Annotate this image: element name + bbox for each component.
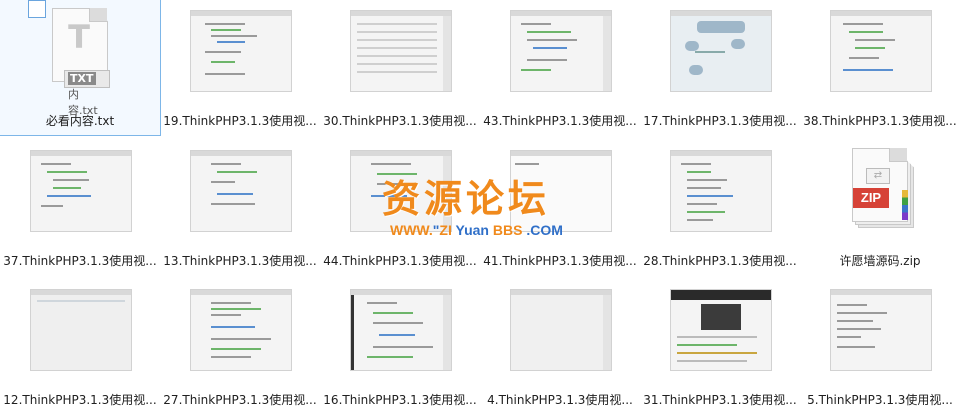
file-name: 5.ThinkPHP3.1.3使用视... <box>807 393 953 407</box>
file-item[interactable]: 44.ThinkPHP3.1.3使用视... <box>320 140 480 275</box>
video-thumbnail <box>510 10 612 92</box>
file-item[interactable]: 12.ThinkPHP3.1.3使用视... <box>0 279 160 414</box>
file-item[interactable]: 38.ThinkPHP3.1.3使用视... <box>800 0 960 135</box>
file-name: 27.ThinkPHP3.1.3使用视... <box>163 393 317 407</box>
video-thumbnail <box>670 150 772 232</box>
video-thumbnail <box>830 289 932 371</box>
file-name: 41.ThinkPHP3.1.3使用视... <box>483 254 637 268</box>
video-thumbnail <box>190 10 292 92</box>
file-item[interactable]: 16.ThinkPHP3.1.3使用视... <box>320 279 480 414</box>
file-item[interactable]: 17.ThinkPHP3.1.3使用视... <box>640 0 800 135</box>
file-name: 37.ThinkPHP3.1.3使用视... <box>3 254 157 268</box>
video-thumbnail <box>190 289 292 371</box>
video-thumbnail <box>510 150 612 232</box>
file-item[interactable]: 19.ThinkPHP3.1.3使用视... <box>160 0 320 135</box>
file-item[interactable]: 13.ThinkPHP3.1.3使用视... <box>160 140 320 275</box>
video-thumbnail <box>30 289 132 371</box>
file-item[interactable]: 37.ThinkPHP3.1.3使用视... <box>0 140 160 275</box>
file-item[interactable]: 4.ThinkPHP3.1.3使用视... <box>480 279 640 414</box>
file-name: 4.ThinkPHP3.1.3使用视... <box>487 393 633 407</box>
file-item[interactable]: 5.ThinkPHP3.1.3使用视... <box>800 279 960 414</box>
video-thumbnail <box>30 150 132 232</box>
file-name: 31.ThinkPHP3.1.3使用视... <box>643 393 797 407</box>
video-thumbnail <box>350 150 452 232</box>
file-item[interactable]: ⇄ ZIP 许愿墙源码.zip <box>800 140 960 275</box>
file-name: 30.ThinkPHP3.1.3使用视... <box>323 114 477 128</box>
file-name: 16.ThinkPHP3.1.3使用视... <box>323 393 477 407</box>
video-thumbnail <box>190 150 292 232</box>
file-name: 19.ThinkPHP3.1.3使用视... <box>163 114 317 128</box>
file-item[interactable]: 41.ThinkPHP3.1.3使用视... <box>480 140 640 275</box>
file-name: 44.ThinkPHP3.1.3使用视... <box>323 254 477 268</box>
file-item[interactable]: 31.ThinkPHP3.1.3使用视... <box>640 279 800 414</box>
file-name: 许愿墙源码.zip <box>839 254 921 268</box>
video-thumbnail <box>670 289 772 371</box>
zip-file-icon: ⇄ ZIP <box>852 148 914 228</box>
file-name: 12.ThinkPHP3.1.3使用视... <box>3 393 157 407</box>
file-name: 38.ThinkPHP3.1.3使用视... <box>803 114 957 128</box>
file-name: 43.ThinkPHP3.1.3使用视... <box>483 114 637 128</box>
video-thumbnail <box>350 10 452 92</box>
video-thumbnail <box>510 289 612 371</box>
txt-file-icon: T TXT内容.txt <box>52 8 110 117</box>
video-thumbnail <box>350 289 452 371</box>
file-item[interactable]: 28.ThinkPHP3.1.3使用视... <box>640 140 800 275</box>
selection-checkbox[interactable] <box>28 0 46 18</box>
file-name: 必看内容.txt <box>45 114 115 128</box>
video-thumbnail <box>670 10 772 92</box>
file-name: 28.ThinkPHP3.1.3使用视... <box>643 254 797 268</box>
file-item[interactable]: 30.ThinkPHP3.1.3使用视... <box>320 0 480 135</box>
video-thumbnail <box>830 10 932 92</box>
file-name: 13.ThinkPHP3.1.3使用视... <box>163 254 317 268</box>
file-name: 17.ThinkPHP3.1.3使用视... <box>643 114 797 128</box>
file-item[interactable]: T TXT内容.txt 必看内容.txt <box>0 0 161 136</box>
file-item[interactable]: 27.ThinkPHP3.1.3使用视... <box>160 279 320 414</box>
file-item[interactable]: 43.ThinkPHP3.1.3使用视... <box>480 0 640 135</box>
